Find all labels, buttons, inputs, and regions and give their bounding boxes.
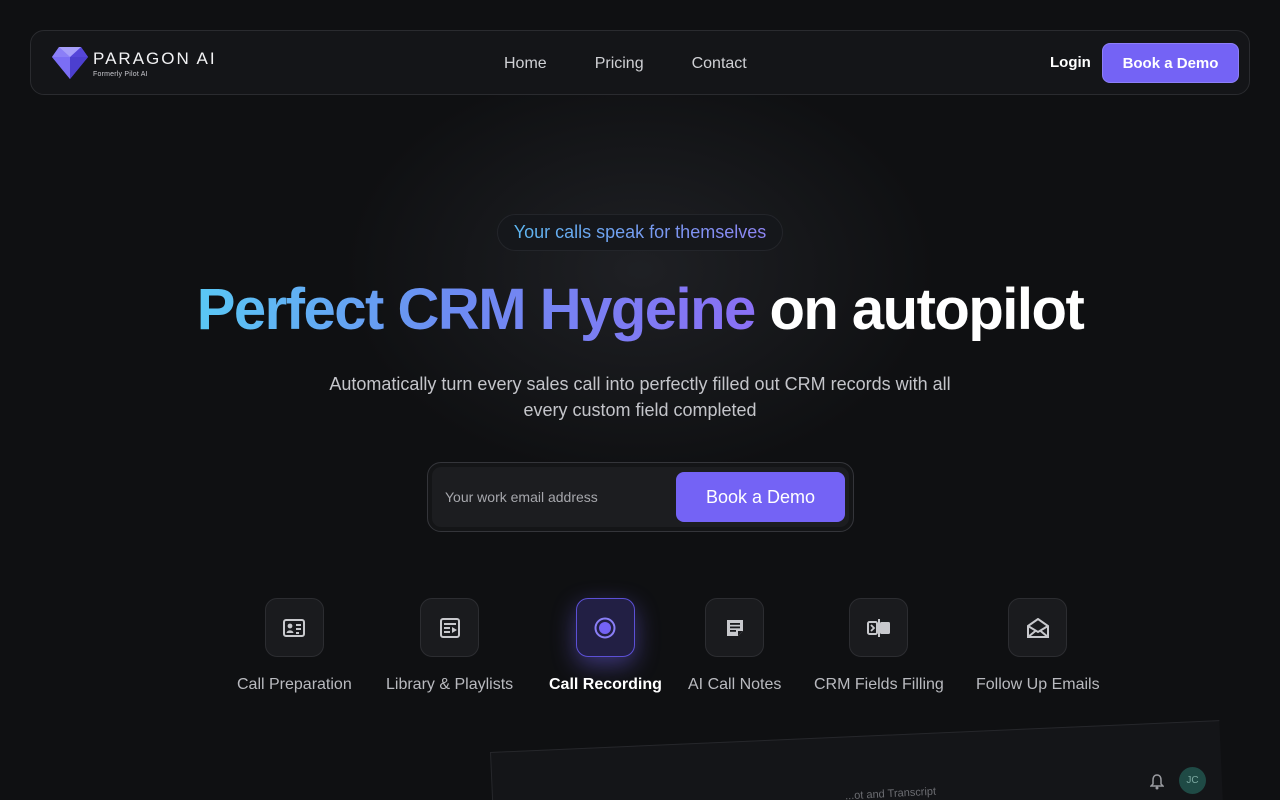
- feature-follow-up-emails[interactable]: Follow Up Emails: [976, 598, 1100, 694]
- form-book-demo-button[interactable]: Book a Demo: [676, 472, 845, 522]
- tagline-pill: Your calls speak for themselves: [497, 214, 783, 251]
- record-icon: [594, 617, 616, 638]
- feature-library-playlists[interactable]: Library & Playlists: [386, 598, 513, 694]
- notes-icon: [726, 619, 743, 636]
- feature-call-recording[interactable]: Call Recording: [549, 598, 662, 694]
- feature-label: Follow Up Emails: [976, 676, 1100, 693]
- feature-label: AI Call Notes: [688, 676, 782, 693]
- nav-link-contact[interactable]: Contact: [692, 55, 747, 73]
- headline-gradient: Perfect CRM Hygeine: [196, 277, 757, 342]
- headline-plain: on autopilot: [769, 277, 1084, 342]
- contact-card-icon: [283, 618, 306, 637]
- email-form: Book a Demo: [427, 462, 854, 532]
- hero-subtext: Automatically turn every sales call into…: [329, 374, 951, 420]
- app-preview: [490, 720, 1223, 800]
- bell-icon: [1150, 774, 1164, 790]
- feature-label: CRM Fields Filling: [814, 676, 944, 693]
- brand-name: PARAGON AI: [93, 48, 217, 68]
- logo[interactable]: PARAGON AI Formerly Pilot AI: [51, 45, 217, 81]
- nav-book-demo-button[interactable]: Book a Demo: [1102, 43, 1239, 83]
- email-field[interactable]: [434, 471, 674, 523]
- feature-label: Call Preparation: [237, 676, 352, 693]
- nav-links: Home Pricing Contact: [504, 31, 747, 96]
- feature-label: Call Recording: [549, 676, 662, 693]
- crm-fields-icon: [866, 618, 890, 637]
- feature-ai-call-notes[interactable]: AI Call Notes: [688, 598, 781, 694]
- feature-crm-fields-filling[interactable]: CRM Fields Filling: [814, 598, 944, 694]
- navbar: PARAGON AI Formerly Pilot AI Home Pricin…: [30, 30, 1250, 95]
- nav-link-home[interactable]: Home: [504, 55, 547, 73]
- tagline-text: Your calls speak for themselves: [513, 222, 767, 242]
- playlist-icon: [439, 617, 460, 638]
- brand-subtitle: Formerly Pilot AI: [93, 70, 148, 78]
- feature-label: Library & Playlists: [386, 676, 514, 693]
- login-link[interactable]: Login: [1050, 54, 1091, 71]
- avatar[interactable]: JC: [1179, 767, 1206, 794]
- nav-link-pricing[interactable]: Pricing: [595, 55, 644, 73]
- page-title: Perfect CRM Hygeine on autopilot: [0, 275, 1280, 345]
- diamond-logo-icon: [52, 47, 88, 79]
- feature-call-preparation[interactable]: Call Preparation: [237, 598, 352, 694]
- email-icon: [1026, 617, 1049, 638]
